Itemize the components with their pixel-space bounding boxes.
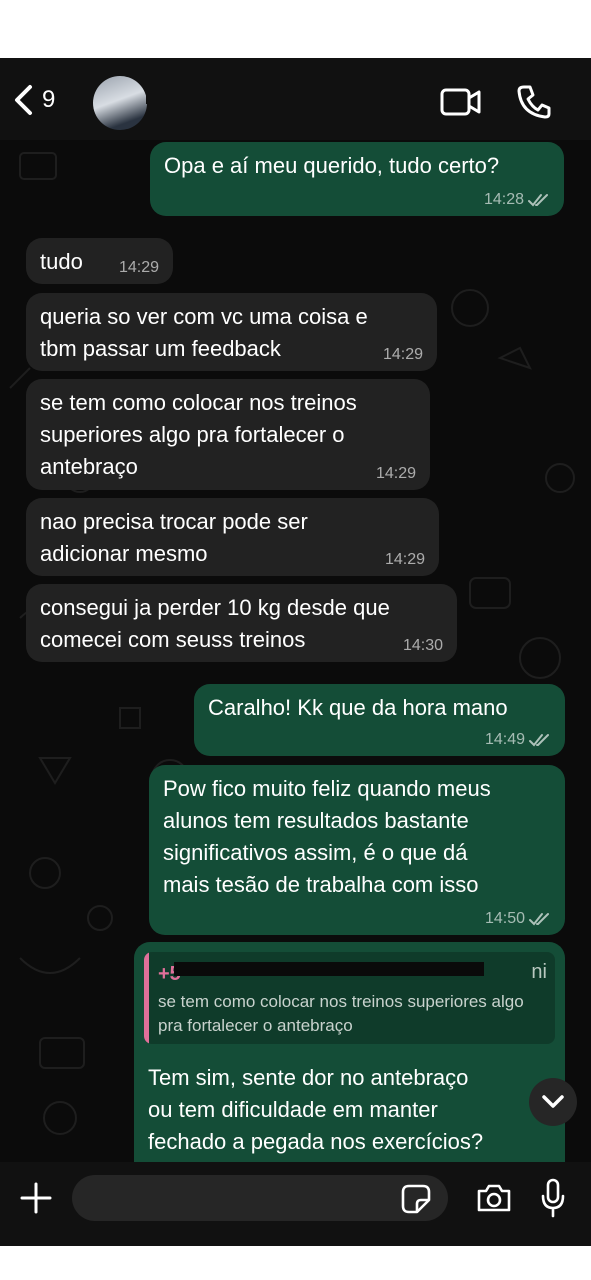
double-check-icon bbox=[529, 913, 549, 926]
message-meta: 14:29 bbox=[385, 551, 425, 569]
message-composer bbox=[0, 1162, 591, 1246]
microphone-icon[interactable] bbox=[540, 1178, 566, 1218]
quote-sender-redacted bbox=[174, 962, 484, 976]
message-text: queria so ver com vc uma coisa e tbm pas… bbox=[40, 304, 368, 361]
message-bubble-outgoing[interactable]: Pow fico muito feliz quando meus alunos … bbox=[149, 765, 565, 935]
message-bubble-incoming[interactable]: nao precisa trocar pode ser adicionar me… bbox=[26, 498, 439, 576]
message-text: Caralho! Kk que da hora mano bbox=[208, 695, 508, 720]
back-button[interactable]: 9 bbox=[12, 84, 55, 116]
phone-icon[interactable] bbox=[516, 84, 552, 120]
message-text: se tem como colocar nos treinos superior… bbox=[40, 390, 357, 479]
contact-name-redacted[interactable] bbox=[146, 86, 406, 104]
double-check-icon bbox=[529, 734, 549, 747]
chat-header: 9 bbox=[0, 58, 591, 140]
message-bubble-outgoing[interactable]: Caralho! Kk que da hora mano 14:49 bbox=[194, 684, 565, 756]
message-bubble-incoming[interactable]: tudo 14:29 bbox=[26, 238, 173, 284]
message-text: consegui ja perder 10 kg desde que comec… bbox=[40, 595, 390, 652]
quoted-message[interactable]: +5 ni se tem como colocar nos treinos su… bbox=[144, 952, 555, 1044]
message-meta: 14:29 bbox=[119, 259, 159, 277]
video-call-icon[interactable] bbox=[440, 86, 482, 118]
message-time: 14:28 bbox=[483, 191, 524, 208]
chevron-down-icon bbox=[542, 1095, 564, 1108]
message-time: 14:29 bbox=[118, 259, 159, 276]
scroll-to-bottom-button[interactable] bbox=[529, 1078, 577, 1126]
plus-icon[interactable] bbox=[20, 1182, 52, 1214]
message-text: Pow fico muito feliz quando meus alunos … bbox=[163, 776, 491, 897]
message-bubble-incoming[interactable]: queria so ver com vc uma coisa e tbm pas… bbox=[26, 293, 437, 371]
message-bubble-outgoing[interactable]: Opa e aí meu querido, tudo certo? 14:28 bbox=[150, 142, 564, 216]
message-input[interactable] bbox=[72, 1175, 448, 1221]
message-time: 14:50 bbox=[484, 910, 525, 927]
message-meta: 14:28 bbox=[484, 191, 550, 209]
message-time: 14:49 bbox=[484, 731, 525, 748]
quote-accent-bar bbox=[144, 952, 149, 1044]
chat-screen: 9 Opa e aí meu querido, tudo certo? 14:2… bbox=[0, 58, 591, 1246]
message-text: Opa e aí meu querido, tudo certo? bbox=[164, 153, 500, 178]
message-meta: 14:29 bbox=[376, 465, 416, 483]
quote-text: se tem como colocar nos treinos superior… bbox=[158, 992, 524, 1035]
double-check-icon bbox=[528, 194, 548, 207]
sticker-icon[interactable] bbox=[401, 1184, 431, 1214]
message-text: Tem sim, sente dor no antebraço ou tem d… bbox=[148, 1065, 484, 1154]
message-bubble-incoming[interactable]: se tem como colocar nos treinos superior… bbox=[26, 379, 430, 490]
reply-message-bubble[interactable]: +5 ni se tem como colocar nos treinos su… bbox=[134, 942, 565, 1182]
camera-icon[interactable] bbox=[476, 1182, 512, 1214]
message-time: 14:30 bbox=[402, 637, 443, 654]
avatar[interactable] bbox=[93, 76, 147, 130]
message-meta: 14:30 bbox=[403, 637, 443, 655]
message-text: nao precisa trocar pode ser adicionar me… bbox=[40, 509, 308, 566]
message-meta: 14:50 bbox=[485, 910, 551, 928]
message-time: 14:29 bbox=[382, 346, 423, 363]
message-meta: 14:29 bbox=[383, 346, 423, 364]
unread-count: 9 bbox=[42, 86, 56, 113]
message-time: 14:29 bbox=[384, 551, 425, 568]
message-meta: 14:49 bbox=[485, 731, 551, 749]
message-time: 14:29 bbox=[375, 465, 416, 482]
back-chevron-icon bbox=[15, 85, 32, 115]
message-bubble-incoming[interactable]: consegui ja perder 10 kg desde que comec… bbox=[26, 584, 457, 662]
quote-contact-name: ni bbox=[531, 961, 547, 983]
